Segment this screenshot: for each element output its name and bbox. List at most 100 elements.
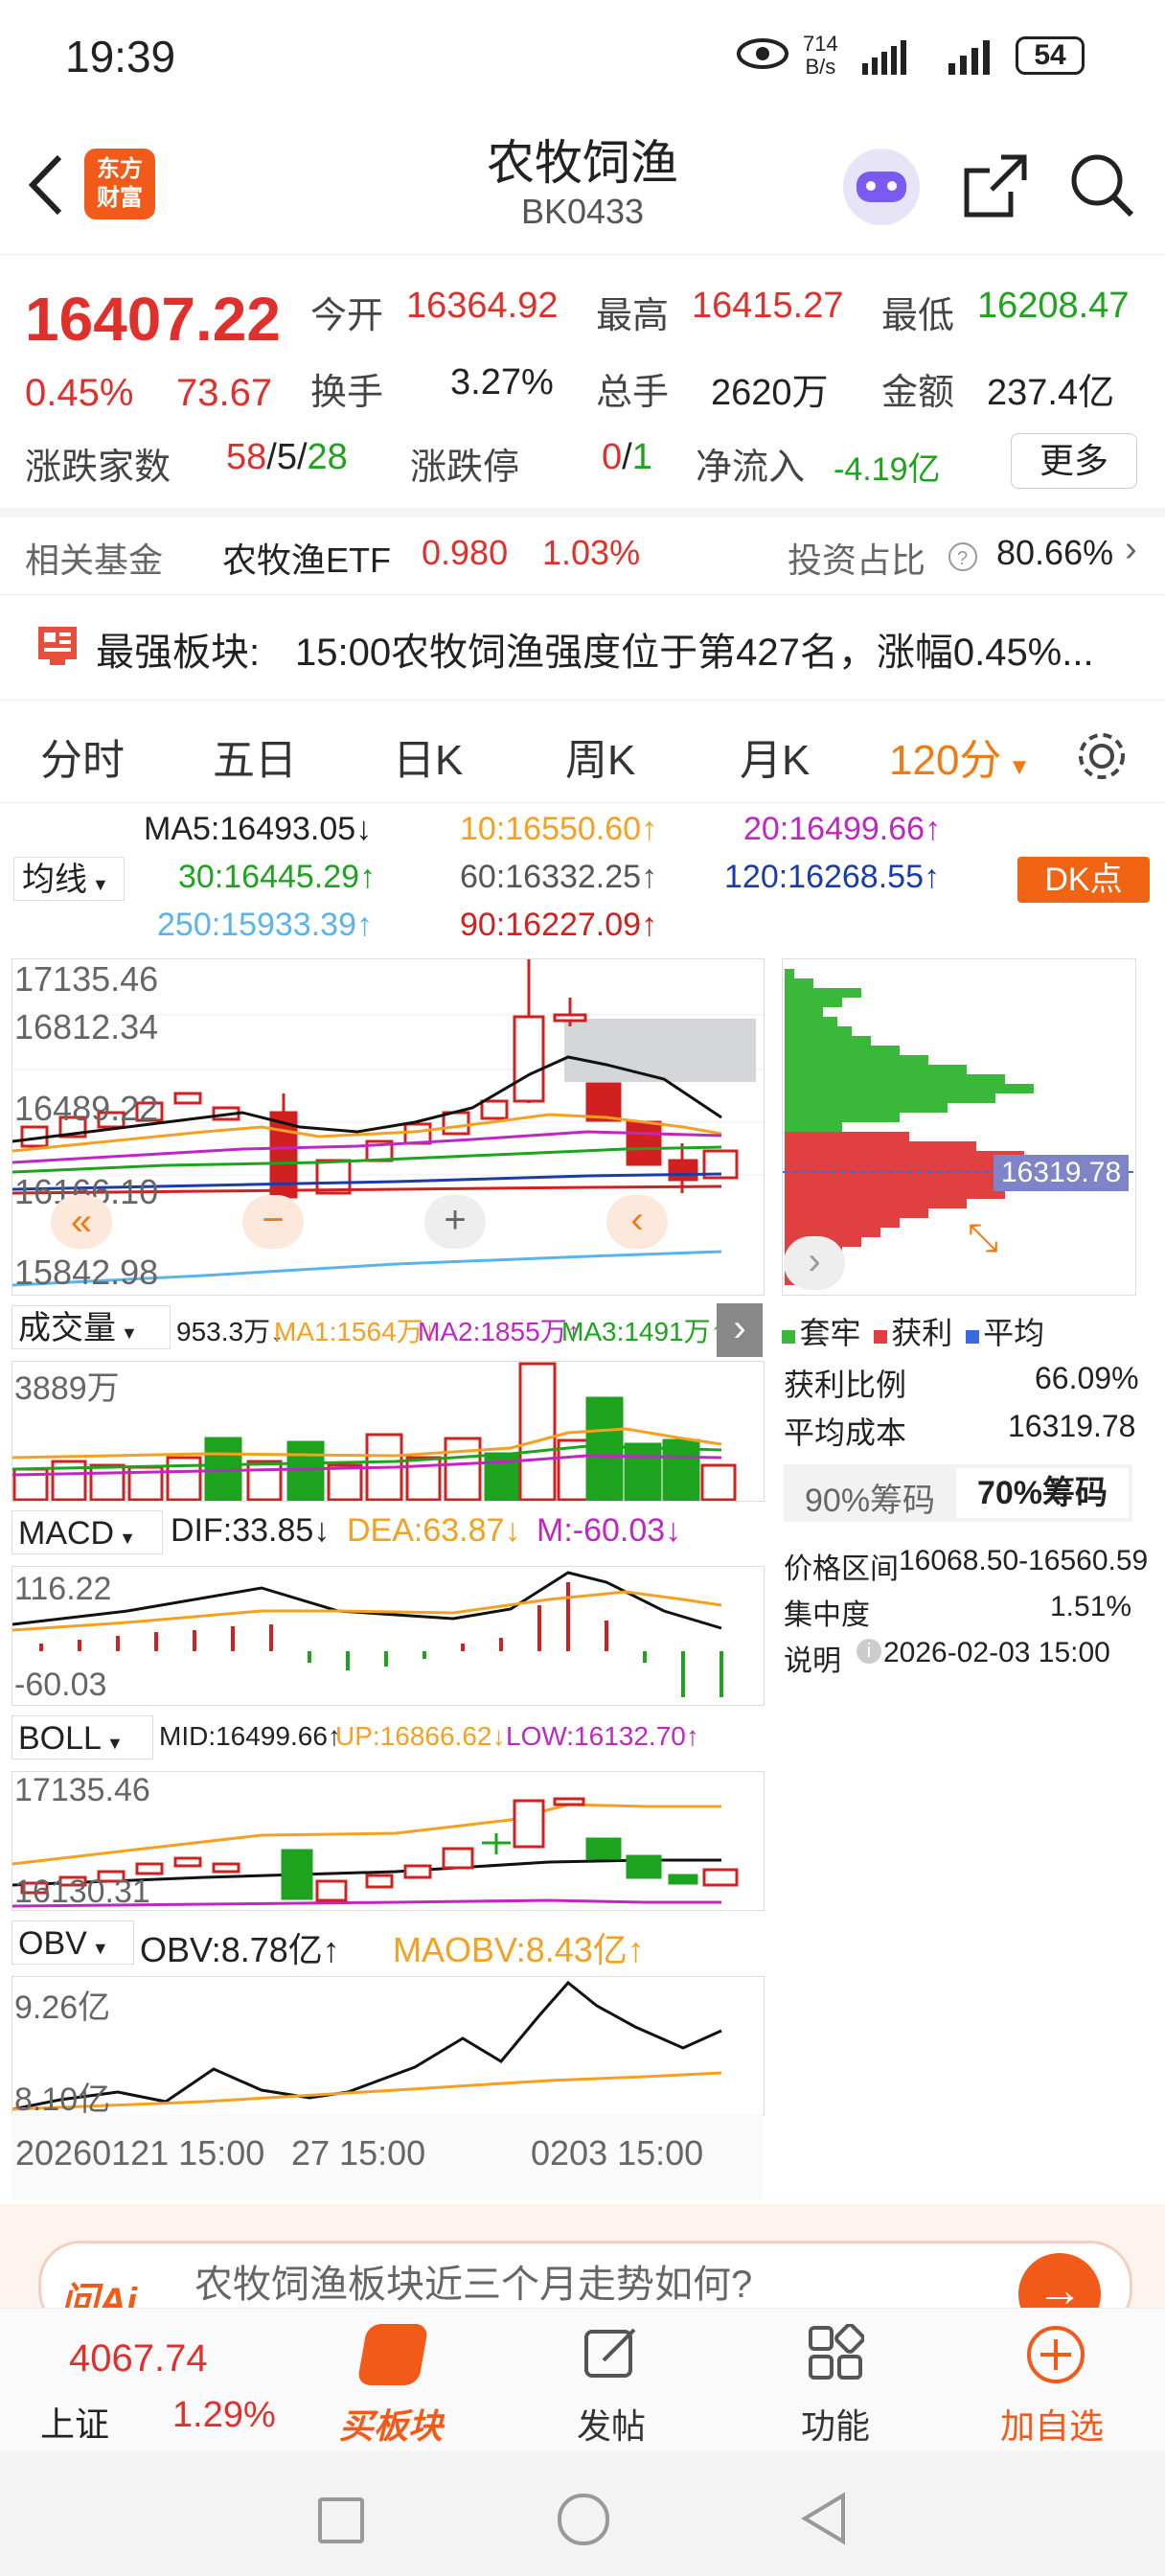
- step-left-button[interactable]: ‹: [606, 1195, 668, 1249]
- x-tick-3: 0203 15:00: [531, 2133, 704, 2173]
- buy-icon: [356, 2324, 429, 2385]
- tab-70-chips[interactable]: 70%筹码: [956, 1468, 1129, 1518]
- zoom-out-button[interactable]: −: [242, 1195, 304, 1249]
- tab-120min[interactable]: 120分 ▼: [889, 725, 1031, 787]
- ma-select[interactable]: 均线 ▼: [13, 857, 125, 901]
- tab-day-k[interactable]: 日K: [393, 725, 463, 787]
- range-label: 价格区间: [784, 1553, 899, 1585]
- volume-ma2: MA2:1855万↑: [418, 1317, 581, 1346]
- ma60-label: 60:16332.25↑: [460, 859, 658, 895]
- recent-apps-icon[interactable]: [318, 2497, 364, 2543]
- news-row[interactable]: 最强板块: 15:00农牧饲渔强度位于第427名，涨幅0.45%...: [0, 594, 1165, 700]
- volume-y-max: 3889万: [14, 1370, 120, 1407]
- settings-gear-icon[interactable]: [1073, 727, 1131, 785]
- low-label: 最低: [881, 296, 955, 336]
- low-value: 16208.47: [977, 286, 1130, 326]
- eye-icon: [737, 38, 788, 69]
- buy-sector-button[interactable]: 买板块: [331, 2318, 456, 2446]
- current-price: 16407.22: [25, 285, 281, 354]
- fund-price: 0.980: [422, 533, 509, 572]
- concentration-label: 集中度: [784, 1599, 870, 1631]
- system-nav-bar: [0, 2451, 1165, 2576]
- bottom-nav: 4067.74 上证 1.29% 买板块 发帖 功能 加自选: [0, 2308, 1165, 2452]
- function-label: 功能: [801, 2406, 871, 2446]
- scroll-left-button[interactable]: «: [51, 1195, 112, 1249]
- boll-y-min: 16130.31: [14, 1874, 150, 1910]
- kline-y-3: 16489.22: [14, 1089, 159, 1128]
- kline-y-max: 17135.46: [14, 959, 159, 999]
- ma120-label: 120:16268.55↑: [724, 859, 940, 895]
- volume-value: 2620万: [711, 373, 829, 413]
- net-unit: B/s: [805, 55, 836, 79]
- chip-tabs: 90%筹码 70%筹码: [784, 1464, 1132, 1522]
- volume-svg: [11, 1362, 737, 1502]
- maobv-value: MAOBV:8.43亿↑: [393, 1930, 645, 1969]
- fund-label: 相关基金: [25, 540, 164, 580]
- step-right-button[interactable]: ›: [784, 1236, 845, 1290]
- avg-price-tag: 16319.78: [994, 1155, 1130, 1191]
- avg-cost-value: 16319.78: [1008, 1409, 1136, 1443]
- kline-y-min: 15842.98: [14, 1253, 159, 1292]
- volume-current: 953.3万↓: [176, 1317, 285, 1346]
- signal2-icon: [948, 40, 990, 75]
- net-speed: 714: [803, 32, 838, 56]
- back-nav-icon[interactable]: [799, 2492, 849, 2545]
- function-button[interactable]: 功能: [795, 2318, 881, 2446]
- post-button[interactable]: 发帖: [571, 2318, 657, 2446]
- index-value: 4067.74: [69, 2337, 208, 2380]
- expand-icon[interactable]: ⤡: [968, 1217, 998, 1260]
- share-icon[interactable]: [963, 153, 1028, 218]
- turnover-value: 3.27%: [450, 362, 554, 402]
- boll-select[interactable]: BOLL ▼: [11, 1715, 153, 1760]
- news-icon: [38, 627, 77, 665]
- battery-icon: 54: [1016, 36, 1085, 75]
- volume-select[interactable]: 成交量 ▼: [11, 1305, 171, 1349]
- index-pct: 1.29%: [172, 2395, 276, 2435]
- boll-up: UP:16866.62↓: [335, 1721, 506, 1751]
- tab-month-k[interactable]: 月K: [740, 725, 810, 787]
- macd-dea: DEA:63.87↓: [347, 1512, 521, 1549]
- ai-ask-bar: 问Ai 农牧饲渔板块近三个月走势如何? →: [0, 2204, 1165, 2335]
- assistant-avatar[interactable]: [843, 149, 920, 225]
- amount-value: 237.4亿: [987, 373, 1115, 413]
- amount-label: 金额: [881, 373, 955, 413]
- x-tick-1: 20260121 15:00: [15, 2133, 265, 2173]
- limit-count: 0/1: [602, 437, 652, 477]
- macd-select[interactable]: MACD ▼: [11, 1510, 163, 1554]
- tab-week-k[interactable]: 周K: [565, 725, 635, 787]
- tab-five-day[interactable]: 五日: [213, 725, 297, 787]
- kline-chart[interactable]: 17135.46 16812.34 16489.22 16166.10 1584…: [11, 958, 765, 1296]
- open-value: 16364.92: [406, 286, 559, 326]
- open-label: 今开: [310, 296, 384, 336]
- post-label: 发帖: [577, 2406, 647, 2446]
- svg-text:?: ?: [957, 548, 968, 569]
- fund-row[interactable]: 相关基金 农牧渔ETF 0.980 1.03% 投资占比 ? 80.66% ›: [0, 518, 1165, 595]
- tab-90-chips[interactable]: 90%筹码: [805, 1474, 935, 1521]
- add-watchlist-button[interactable]: 加自选: [996, 2318, 1121, 2446]
- avg-cost-label: 平均成本: [784, 1415, 907, 1450]
- grid-icon: [809, 2324, 864, 2380]
- fund-name: 农牧渔ETF: [222, 540, 391, 580]
- profit-ratio-value: 66.09%: [1035, 1361, 1139, 1395]
- search-icon[interactable]: [1068, 151, 1135, 218]
- limit-label: 涨跌停: [410, 448, 520, 488]
- ma250-label: 250:15933.39↑: [157, 907, 373, 943]
- more-button[interactable]: 更多: [1011, 433, 1137, 489]
- tab-fenshi[interactable]: 分时: [40, 725, 125, 787]
- boll-mid: MID:16499.66↑: [159, 1721, 341, 1751]
- obv-select[interactable]: OBV ▼: [11, 1920, 134, 1965]
- help-icon[interactable]: ?: [947, 540, 979, 573]
- zoom-in-button[interactable]: +: [424, 1195, 486, 1249]
- home-icon[interactable]: [558, 2494, 609, 2545]
- concentration-value: 1.51%: [1050, 1591, 1132, 1622]
- boll-chart: 17135.46 16130.31: [11, 1771, 765, 1911]
- info-icon[interactable]: i: [857, 1639, 881, 1664]
- macd-y-max: 116.22: [14, 1571, 112, 1607]
- macd-y-min: -60.03: [14, 1667, 107, 1703]
- ma10-label: 10:16550.60↑: [460, 811, 658, 847]
- ma5-label: MA5:16493.05↓: [144, 811, 373, 847]
- signal-icon: [862, 40, 906, 75]
- turnover-label: 换手: [310, 373, 384, 413]
- expand-indicators-button[interactable]: ›: [717, 1303, 763, 1357]
- dk-point-button[interactable]: DK点: [1017, 857, 1150, 903]
